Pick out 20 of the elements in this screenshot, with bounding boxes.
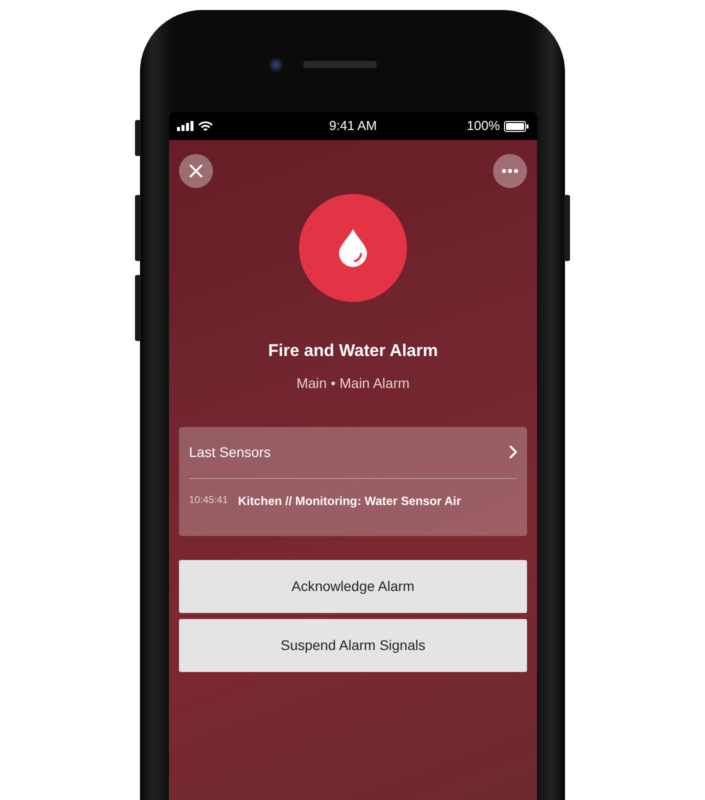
close-button[interactable] — [179, 154, 213, 188]
entry-time: 10:45:41 — [189, 494, 228, 508]
alarm-subtitle: Main • Main Alarm — [295, 374, 411, 392]
more-button[interactable] — [493, 154, 527, 188]
alarm-title: Fire and Water Alarm — [267, 340, 439, 362]
close-icon — [189, 164, 203, 178]
camera-icon — [269, 58, 283, 72]
water-drop-icon — [339, 229, 367, 267]
more-icon — [502, 169, 518, 173]
action-button[interactable]: Suspend Alarm Signals — [179, 618, 527, 672]
entry-text: Kitchen // Monitoring: Water Sensor Air — [238, 492, 462, 510]
card-title: Last Sensors — [189, 442, 271, 462]
wifi-icon — [198, 120, 213, 132]
battery-icon — [504, 120, 529, 132]
chevron-right-icon — [508, 445, 517, 459]
signal-icon — [177, 121, 194, 131]
action-button[interactable]: Acknowledge Alarm — [179, 560, 527, 612]
sensors-card[interactable]: Last Sensors 10:45:41 Kitchen // Monitoring: Water Sensor Air — [179, 426, 527, 536]
battery-percent: 100% — [466, 117, 500, 136]
status-time: 9:41 AM — [329, 118, 377, 134]
